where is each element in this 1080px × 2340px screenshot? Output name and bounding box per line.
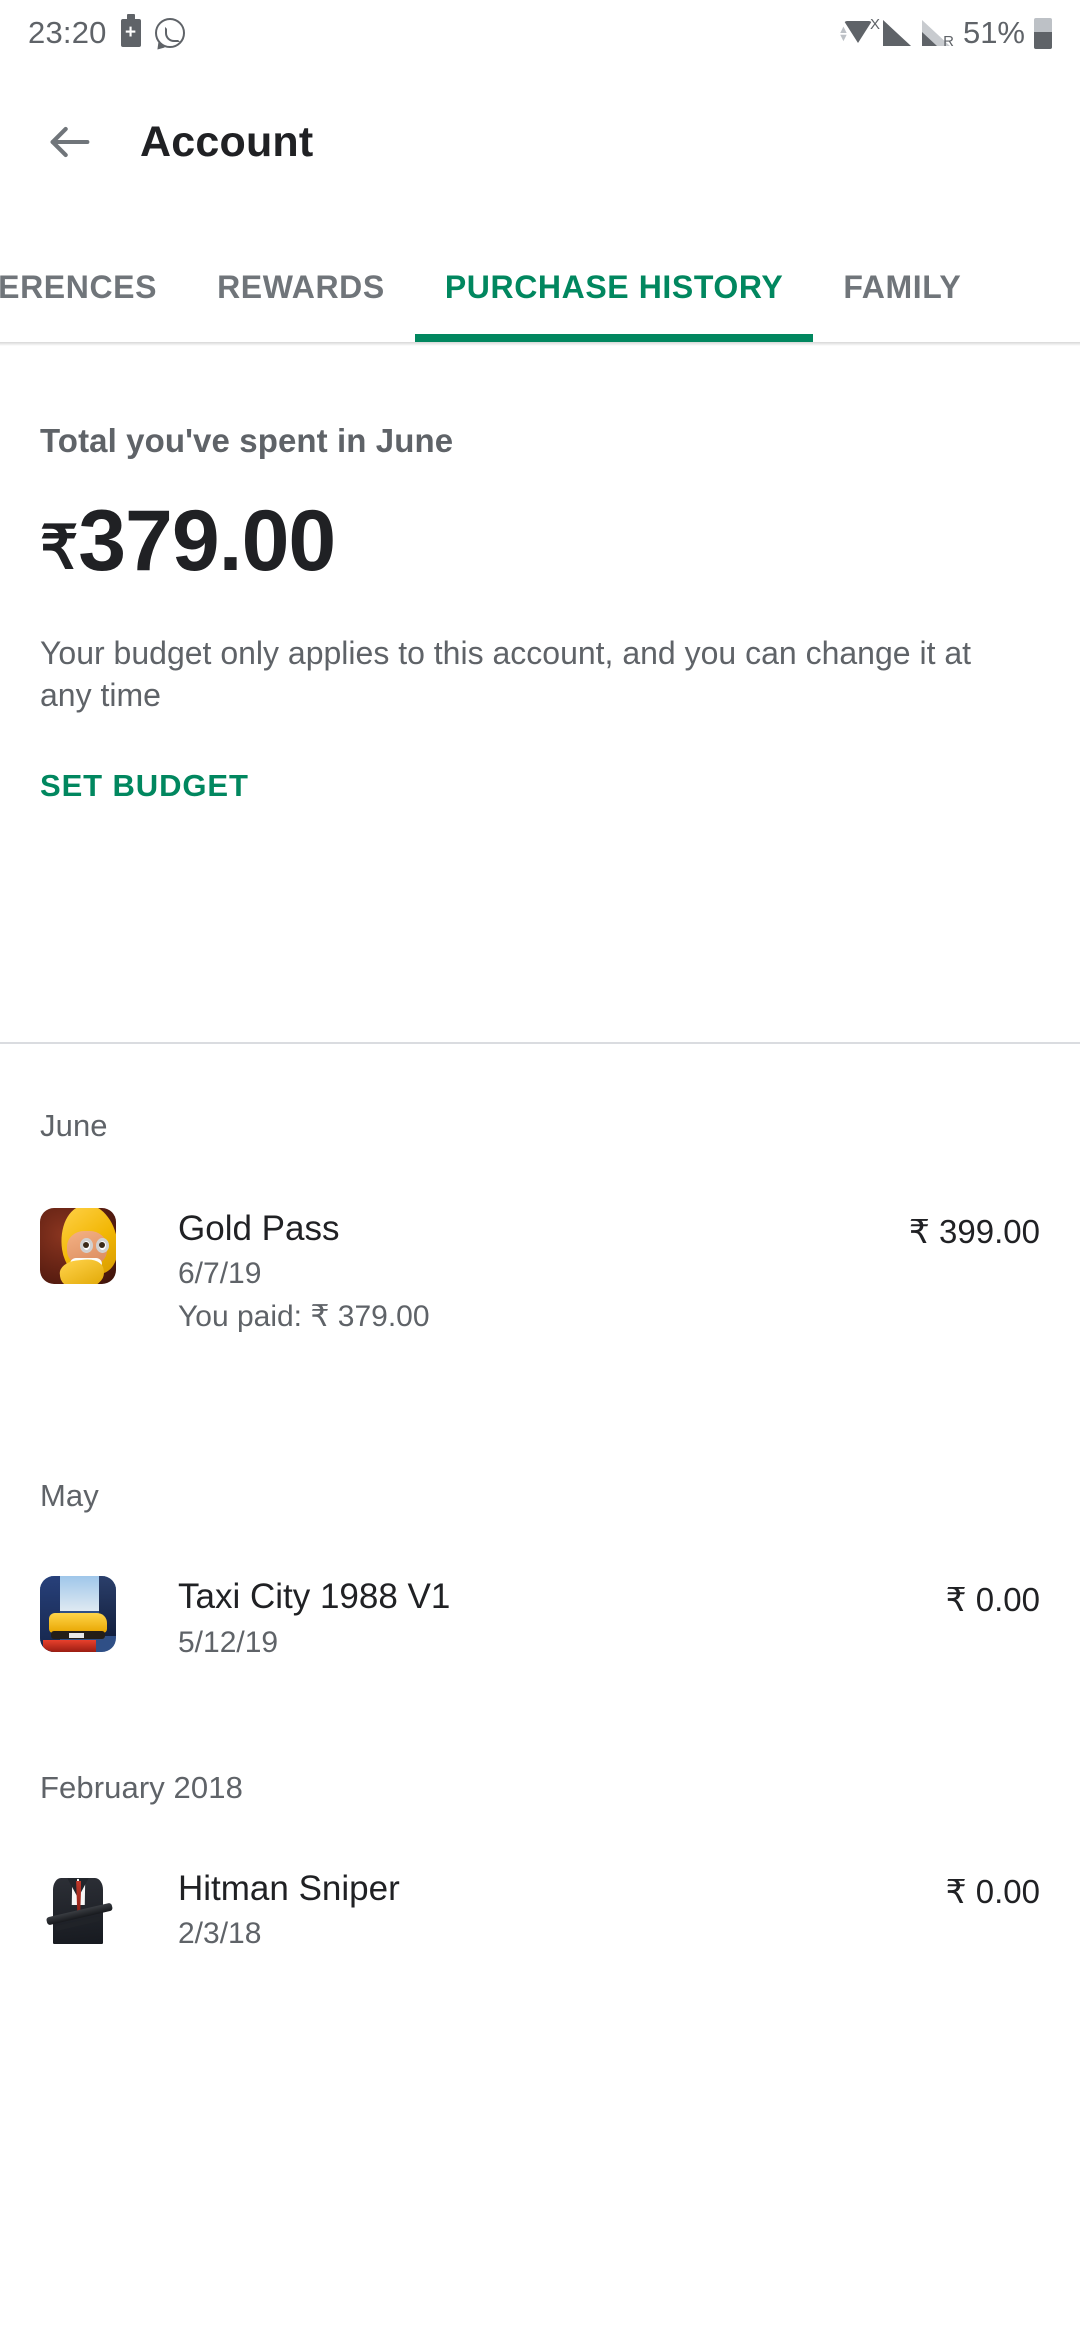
- purchase-details: Taxi City 1988 V1 5/12/19: [178, 1576, 946, 1659]
- purchase-title: Gold Pass: [178, 1209, 340, 1248]
- purchase-price: ₹ 0.00: [945, 1872, 1040, 1910]
- signal-r-label: R: [943, 33, 954, 50]
- app-bar: Account: [0, 66, 1080, 218]
- purchase-price: ₹ 0.00: [945, 1581, 1040, 1619]
- purchase-row-hitman-sniper[interactable]: Hitman Sniper 2/3/18 ₹ 0.00: [40, 1867, 1040, 1951]
- status-bar-left: 23:20: [28, 14, 185, 51]
- tab-purchase-history[interactable]: PURCHASE HISTORY: [414, 232, 814, 342]
- hitman-sniper-icon: [40, 1867, 116, 1944]
- purchase-title: Taxi City 1988 V1: [178, 1577, 451, 1617]
- tab-preferences[interactable]: FERENCES: [0, 232, 187, 342]
- month-header-may: May: [40, 1478, 99, 1514]
- whatsapp-icon: [154, 18, 185, 48]
- battery-percent-label: 51%: [962, 15, 1025, 50]
- tab-label: FERENCES: [0, 268, 158, 305]
- purchase-row-taxi-city[interactable]: Taxi City 1988 V1 5/12/19 ₹ 0.00: [40, 1576, 1040, 1659]
- purchase-date: 2/3/18: [178, 1916, 262, 1950]
- signal-x-label: X: [869, 16, 880, 33]
- currency-symbol: ₹: [40, 514, 79, 581]
- tab-family[interactable]: FAMILY: [813, 232, 991, 342]
- amount-value: 379.00: [78, 493, 336, 589]
- status-bar-clock: 23:20: [28, 15, 107, 50]
- taxi-city-icon: [40, 1576, 116, 1653]
- battery-saver-icon: [120, 14, 141, 47]
- status-bar: 23:20 ▲▼ X R 51%: [0, 0, 1080, 66]
- budget-heading: Total you've spent in June: [40, 422, 454, 459]
- battery-icon: [1034, 17, 1052, 49]
- budget-description: Your budget only applies to this account…: [40, 635, 972, 714]
- back-arrow-icon[interactable]: [34, 106, 106, 178]
- purchase-history-list: June Gold Pass 6/7/19 You paid: ₹ 379.00…: [0, 1044, 1080, 1951]
- status-bar-right: ▲ ▼ X R 51%: [838, 15, 1052, 51]
- budget-total-amount: ₹379.00: [40, 498, 1040, 584]
- signal-icon-1: X: [870, 17, 911, 48]
- purchase-row-gold-pass[interactable]: Gold Pass 6/7/19 You paid: ₹ 379.00 ₹ 39…: [40, 1208, 1040, 1334]
- tab-label: REWARDS: [217, 268, 385, 305]
- purchase-date: 5/12/19: [178, 1625, 279, 1659]
- tab-label: PURCHASE HISTORY: [444, 268, 784, 305]
- month-header-june: June: [40, 1108, 108, 1143]
- set-budget-button[interactable]: SET BUDGET: [40, 768, 249, 804]
- purchase-details: Hitman Sniper 2/3/18: [178, 1868, 946, 1951]
- signal-icon-2: R: [918, 18, 954, 49]
- purchase-date: 6/7/19: [178, 1257, 262, 1291]
- tab-bar[interactable]: FERENCES REWARDS PURCHASE HISTORY FAMILY: [0, 232, 1080, 342]
- tab-rewards[interactable]: REWARDS: [187, 232, 415, 342]
- budget-summary: Total you've spent in June ₹379.00 Your …: [0, 346, 1080, 804]
- purchase-title: Hitman Sniper: [178, 1868, 400, 1908]
- month-header-february-2018: February 2018: [40, 1769, 243, 1805]
- purchase-price: ₹ 399.00: [908, 1213, 1040, 1250]
- page-title: Account: [140, 117, 314, 166]
- clash-of-clans-icon: [40, 1208, 116, 1284]
- purchase-paid-note: You paid: ₹ 379.00: [178, 1300, 430, 1334]
- wifi-icon: ▲ ▼: [838, 18, 872, 48]
- purchase-details: Gold Pass 6/7/19 You paid: ₹ 379.00: [178, 1208, 909, 1334]
- tab-label: FAMILY: [843, 268, 962, 305]
